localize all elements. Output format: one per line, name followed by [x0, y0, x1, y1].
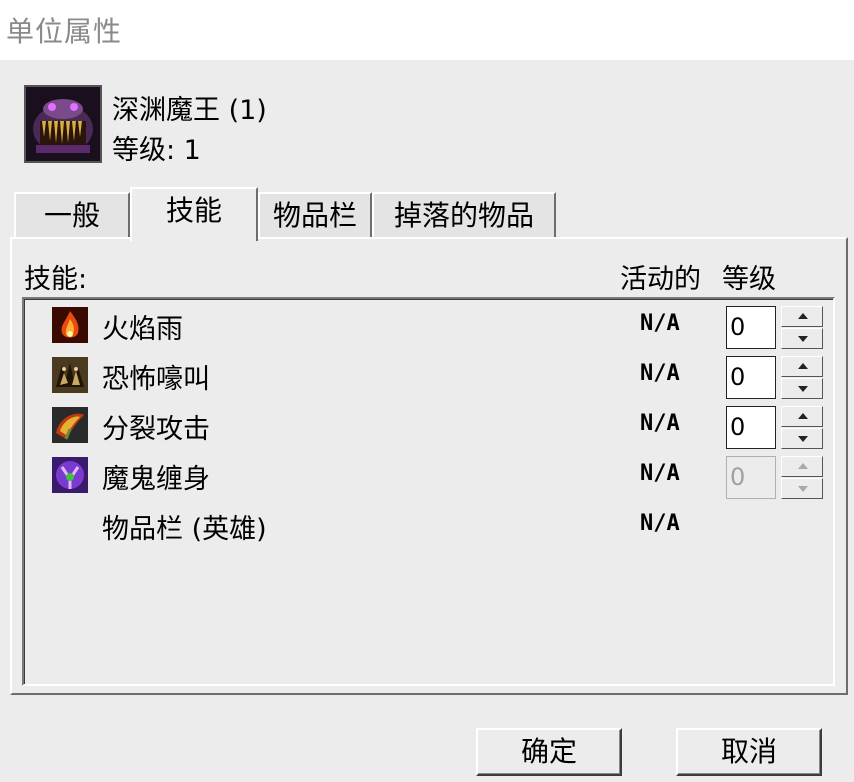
skill-level-stepper [781, 456, 823, 499]
cancel-button[interactable]: 取消 [676, 728, 822, 776]
column-header-level: 等级 [722, 264, 776, 295]
arrow-down-icon [798, 336, 808, 342]
arrow-up-icon [798, 363, 808, 369]
skill-level-stepper[interactable] [781, 406, 823, 449]
tab-dropped-items[interactable]: 掉落的物品 [372, 192, 556, 238]
skill-active-value: N/A [640, 511, 680, 536]
fire-rain-icon [52, 307, 88, 343]
skill-level-input[interactable]: 0 [726, 406, 776, 449]
arrow-down-icon [798, 436, 808, 442]
skill-level-input[interactable]: 0 [726, 356, 776, 399]
stepper-down-button[interactable] [781, 428, 823, 449]
cleaving-attack-icon [52, 407, 88, 443]
doom-icon [52, 457, 88, 493]
skill-level-stepper[interactable] [781, 306, 823, 349]
column-header-active: 活动的 [620, 264, 701, 295]
skill-active-value: N/A [640, 411, 680, 436]
skill-name: 分裂攻击 [102, 414, 210, 445]
skill-level-stepper[interactable] [781, 356, 823, 399]
ok-button[interactable]: 确定 [476, 728, 622, 776]
list-item[interactable]: 火焰雨 N/A 0 [24, 301, 824, 349]
skill-name: 火焰雨 [102, 314, 183, 345]
stepper-up-button[interactable] [781, 306, 823, 327]
stepper-up-button[interactable] [781, 406, 823, 427]
arrow-up-icon [798, 463, 808, 469]
stepper-down-button [781, 478, 823, 499]
arrow-up-icon [798, 313, 808, 319]
howl-of-terror-icon [52, 357, 88, 393]
title-bar: 单位属性 [0, 0, 854, 60]
list-item[interactable]: 物品栏 (英雄) N/A [24, 501, 824, 547]
stepper-up-button [781, 456, 823, 477]
tab-abilities[interactable]: 技能 [130, 187, 258, 241]
arrow-down-icon [798, 486, 808, 492]
skill-name: 魔鬼缠身 [102, 464, 210, 495]
stepper-down-button[interactable] [781, 328, 823, 349]
arrow-up-icon [798, 413, 808, 419]
arrow-down-icon [798, 386, 808, 392]
skill-level-input[interactable]: 0 [726, 306, 776, 349]
unit-level: 等级: 1 [112, 135, 201, 166]
list-item[interactable]: 魔鬼缠身 N/A 0 [24, 451, 824, 499]
unit-portrait-icon [24, 85, 102, 163]
list-item[interactable]: 恐怖嚎叫 N/A 0 [24, 351, 824, 399]
skill-active-value: N/A [640, 361, 680, 386]
column-header-skill: 技能: [24, 264, 88, 295]
skill-name: 恐怖嚎叫 [102, 364, 210, 395]
list-item[interactable]: 分裂攻击 N/A 0 [24, 401, 824, 449]
tab-inventory[interactable]: 物品栏 [258, 192, 372, 238]
stepper-up-button[interactable] [781, 356, 823, 377]
tab-general[interactable]: 一般 [14, 192, 130, 238]
stepper-down-button[interactable] [781, 378, 823, 399]
skill-name: 物品栏 (英雄) [102, 514, 267, 545]
skill-active-value: N/A [640, 311, 680, 336]
skill-active-value: N/A [640, 461, 680, 486]
window-title: 单位属性 [6, 15, 123, 48]
unit-name: 深渊魔王 (1) [112, 95, 267, 126]
skill-list[interactable]: 火焰雨 N/A 0 恐怖嚎叫 N/A 0 分裂攻击 N/A 0 魔鬼缠身 N/A… [22, 297, 835, 686]
skill-level-input: 0 [726, 456, 776, 499]
